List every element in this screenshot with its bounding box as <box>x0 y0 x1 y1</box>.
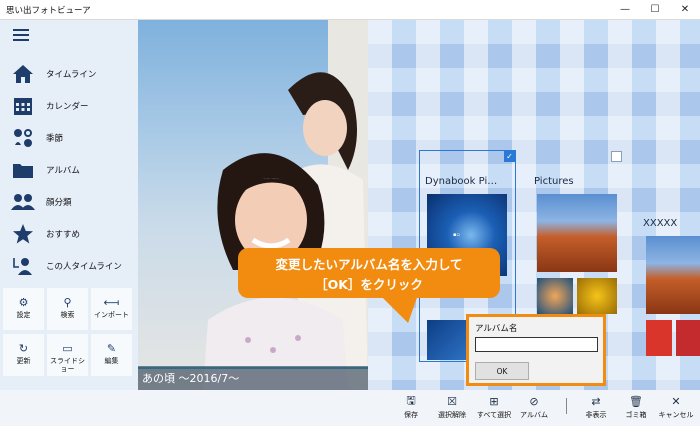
gear-icon: ⚙ <box>18 295 29 309</box>
tile-slideshow[interactable]: ▭ スライドショー <box>47 334 88 376</box>
nav-calendar-label: カレンダー <box>46 102 89 112</box>
hide-icon: ⇄ <box>591 394 601 408</box>
tile-search-label: 検索 <box>60 311 75 319</box>
tile-settings[interactable]: ⚙ 設定 <box>3 288 44 330</box>
command-bar: 🖫 保存 ☒ 選択解除 ⊞ すべて選択 ⊘ アルバム ⇄ 非表示 🗑 ゴミ箱 ✕… <box>0 390 700 426</box>
nav-faces-label: 顔分類 <box>46 198 72 208</box>
nav-album-label: アルバム <box>46 166 80 176</box>
album-thumbnail[interactable] <box>577 278 617 314</box>
album-checkbox-checked[interactable]: ✓ <box>504 151 515 162</box>
album-name-label: アルバム名 <box>475 324 518 334</box>
cancel-button[interactable]: ✕ キャンセル <box>654 394 698 424</box>
title-bar: 思い出フォトビューア — ☐ ✕ <box>0 0 700 20</box>
album-button[interactable]: ⊘ アルバム <box>512 394 556 424</box>
trash-label: ゴミ箱 <box>625 411 647 419</box>
select-all-label: すべて選択 <box>476 411 512 419</box>
select-all-icon: ⊞ <box>489 394 499 408</box>
album-name-dialog: アルバム名 OK <box>466 314 606 386</box>
import-icon: ⟻ <box>103 295 120 309</box>
tile-import[interactable]: ⟻ インポート <box>91 288 132 330</box>
save-button[interactable]: 🖫 保存 <box>389 394 433 424</box>
nav-album[interactable]: アルバム <box>0 154 138 186</box>
callout-line1: 変更したいアルバム名を入力して <box>275 257 463 272</box>
photo-illustration <box>203 20 368 390</box>
album-thumbnail[interactable] <box>646 320 672 356</box>
album-thumbnail[interactable] <box>537 278 573 314</box>
album-thumbnail[interactable] <box>646 236 700 314</box>
nav-faces[interactable]: 顔分類 <box>0 186 138 218</box>
tile-search[interactable]: ⚲ 検索 <box>47 288 88 330</box>
cancel-label: キャンセル <box>658 411 694 419</box>
select-all-button[interactable]: ⊞ すべて選択 <box>472 394 516 424</box>
album-name-input[interactable] <box>475 337 598 352</box>
seasons-icon <box>10 127 36 149</box>
album-title[interactable]: Dynabook Pi… <box>425 176 497 187</box>
ok-button[interactable]: OK <box>475 362 529 380</box>
album-icon: ⊘ <box>529 394 539 408</box>
folder-icon <box>10 159 36 181</box>
save-label: 保存 <box>404 411 418 419</box>
album-title[interactable]: XXXXX <box>643 218 677 229</box>
cancel-icon: ✕ <box>671 394 681 408</box>
album-title[interactable]: Pictures <box>534 176 574 187</box>
sidebar: タイムライン カレンダー 季節 アルバム 顔分類 おすすめ この人タイムライン … <box>0 20 138 390</box>
album-thumbnail[interactable] <box>676 320 700 356</box>
nav-person-timeline[interactable]: この人タイムライン <box>0 250 138 282</box>
deselect-label: 選択解除 <box>438 411 466 419</box>
nav-timeline[interactable]: タイムライン <box>0 58 138 90</box>
search-icon: ⚲ <box>63 295 72 309</box>
photo-caption: あの頃 ～2016/7～ <box>142 372 240 385</box>
trash-button[interactable]: 🗑 ゴミ箱 <box>614 394 658 424</box>
nav-person-timeline-label: この人タイムライン <box>46 262 122 272</box>
tile-edit-label: 編集 <box>104 357 119 365</box>
maximize-button[interactable]: ☐ <box>640 0 670 20</box>
calendar-icon <box>10 95 36 117</box>
hamburger-icon[interactable] <box>13 29 29 41</box>
minimize-button[interactable]: — <box>610 0 640 20</box>
nav-recommended-label: おすすめ <box>46 230 81 240</box>
tile-settings-label: 設定 <box>16 311 31 319</box>
tile-refresh[interactable]: ↻ 更新 <box>3 334 44 376</box>
person-timeline-icon <box>10 255 36 277</box>
album-thumbnail[interactable] <box>537 194 617 272</box>
app-window: 思い出フォトビューア — ☐ ✕ タイムライン カレンダー 季節 アルバム 顔分… <box>0 0 700 426</box>
toolbar-separator <box>566 398 567 414</box>
nav-seasons-label: 季節 <box>46 134 64 144</box>
nav-calendar[interactable]: カレンダー <box>0 90 138 122</box>
nav-recommended[interactable]: おすすめ <box>0 218 138 250</box>
album-checkbox[interactable] <box>611 151 622 162</box>
tile-edit[interactable]: ✎ 編集 <box>91 334 132 376</box>
featured-photo[interactable]: あの頃 ～2016/7～ <box>138 20 368 390</box>
thumb-logo-mark: ▪▫ <box>453 232 460 238</box>
trash-icon: 🗑 <box>629 394 643 408</box>
close-button[interactable]: ✕ <box>670 0 700 20</box>
faces-icon <box>10 191 36 213</box>
refresh-icon: ↻ <box>18 341 29 355</box>
save-icon: 🖫 <box>406 393 416 407</box>
tile-import-label: インポート <box>94 311 129 319</box>
nav-seasons[interactable]: 季節 <box>0 122 138 154</box>
deselect-button[interactable]: ☒ 選択解除 <box>430 394 474 424</box>
slideshow-icon: ▭ <box>62 341 73 355</box>
nav-timeline-label: タイムライン <box>46 70 97 80</box>
tile-refresh-label: 更新 <box>16 357 31 365</box>
album-label: アルバム <box>520 411 548 419</box>
window-title: 思い出フォトビューア <box>6 5 91 16</box>
edit-icon: ✎ <box>106 341 117 355</box>
star-icon <box>10 223 36 245</box>
callout-line2: ［OK］をクリック <box>315 277 423 292</box>
hide-label: 非表示 <box>585 411 607 419</box>
instruction-callout: 変更したいアルバム名を入力して ［OK］をクリック <box>238 248 500 298</box>
home-icon <box>10 63 36 85</box>
hide-button[interactable]: ⇄ 非表示 <box>574 394 618 424</box>
tile-slideshow-label: スライドショー <box>50 357 85 373</box>
deselect-icon: ☒ <box>447 394 457 408</box>
